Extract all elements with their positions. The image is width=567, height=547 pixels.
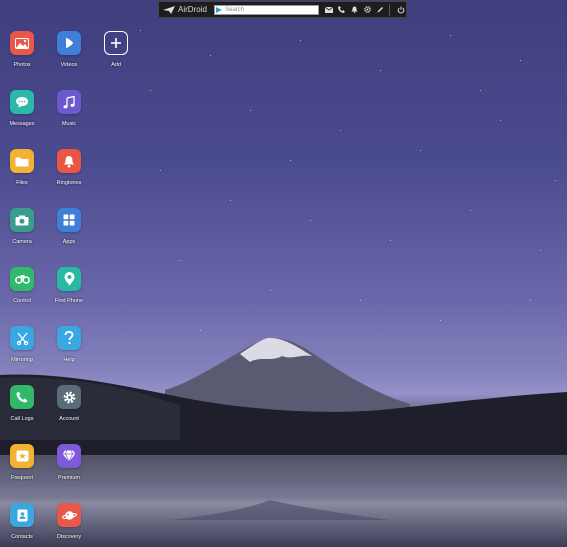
brand-name: AirDroid [178, 5, 207, 14]
app-label: Photos [13, 62, 31, 68]
question-mark-icon [57, 326, 81, 350]
star-card-icon [10, 444, 34, 468]
mail-icon[interactable] [323, 4, 334, 15]
app-label: Files [16, 180, 28, 186]
planet-icon [57, 503, 81, 527]
power-icon[interactable] [395, 4, 406, 15]
app-call-logs[interactable]: Call Logs [0, 385, 44, 422]
search-input[interactable]: Search [214, 4, 319, 15]
app-label: Music [61, 121, 77, 127]
gear-icon[interactable] [362, 4, 373, 15]
app-label: Contacts [11, 534, 33, 540]
app-label: Discovery [56, 534, 82, 540]
play-icon [57, 31, 81, 55]
phone-icon[interactable] [336, 4, 347, 15]
app-label: Premium [57, 475, 80, 481]
app-camera[interactable]: Camera [0, 208, 44, 245]
camera-icon [10, 208, 34, 232]
app-label: Find Phone [54, 298, 84, 304]
app-label: Control [13, 298, 31, 304]
app-find-phone[interactable]: Find Phone [47, 267, 91, 304]
app-control[interactable]: Control [0, 267, 44, 304]
app-music[interactable]: Music [47, 90, 91, 127]
app-messages[interactable]: Messages [0, 90, 44, 127]
app-label: Frequent [10, 475, 33, 481]
paper-plane-icon [163, 5, 175, 14]
app-label: Camera [12, 239, 32, 245]
app-label: Apps [62, 239, 76, 245]
app-videos[interactable]: Videos [47, 31, 91, 68]
app-contacts[interactable]: Contacts [0, 503, 44, 540]
airdroid-logo[interactable]: AirDroid [163, 5, 210, 14]
app-add[interactable]: Add [94, 31, 138, 68]
contact-card-icon [10, 503, 34, 527]
top-toolbar: AirDroid Search [158, 1, 407, 18]
music-note-icon [57, 90, 81, 114]
pen-icon[interactable] [375, 4, 386, 15]
photos-icon [10, 31, 34, 55]
app-help[interactable]: Help [47, 326, 91, 363]
bell-icon[interactable] [349, 4, 360, 15]
binoculars-icon [10, 267, 34, 291]
grid-icon [57, 208, 81, 232]
app-files[interactable]: Files [0, 149, 44, 186]
phone-call-icon [10, 385, 34, 409]
app-photos[interactable]: Photos [0, 31, 44, 68]
app-frequent[interactable]: Frequent [0, 444, 44, 481]
chat-bubble-icon [10, 90, 34, 114]
app-discovery[interactable]: Discovery [47, 503, 91, 540]
folder-icon [10, 149, 34, 173]
bell-icon [57, 149, 81, 173]
app-label: Help [63, 357, 75, 363]
app-label: Ringtones [56, 180, 82, 186]
app-account[interactable]: Account [47, 385, 91, 422]
app-apps[interactable]: Apps [47, 208, 91, 245]
app-label: Call Logs [10, 416, 34, 422]
search-placeholder: Search [225, 6, 245, 13]
location-pin-icon [57, 267, 81, 291]
app-mirroring[interactable]: Mirroring [0, 326, 44, 363]
toolbar-divider [389, 3, 390, 16]
app-label: Add [111, 62, 121, 68]
app-label: Mirroring [11, 357, 33, 363]
google-play-icon [216, 6, 222, 13]
app-label: Messages [9, 121, 35, 127]
scissors-icon [10, 326, 34, 350]
gear-icon [57, 385, 81, 409]
app-label: Videos [60, 62, 78, 68]
diamond-icon [57, 444, 81, 468]
app-label: Account [59, 416, 79, 422]
plus-icon [104, 31, 128, 55]
app-ringtones[interactable]: Ringtones [47, 149, 91, 186]
app-premium[interactable]: Premium [47, 444, 91, 481]
